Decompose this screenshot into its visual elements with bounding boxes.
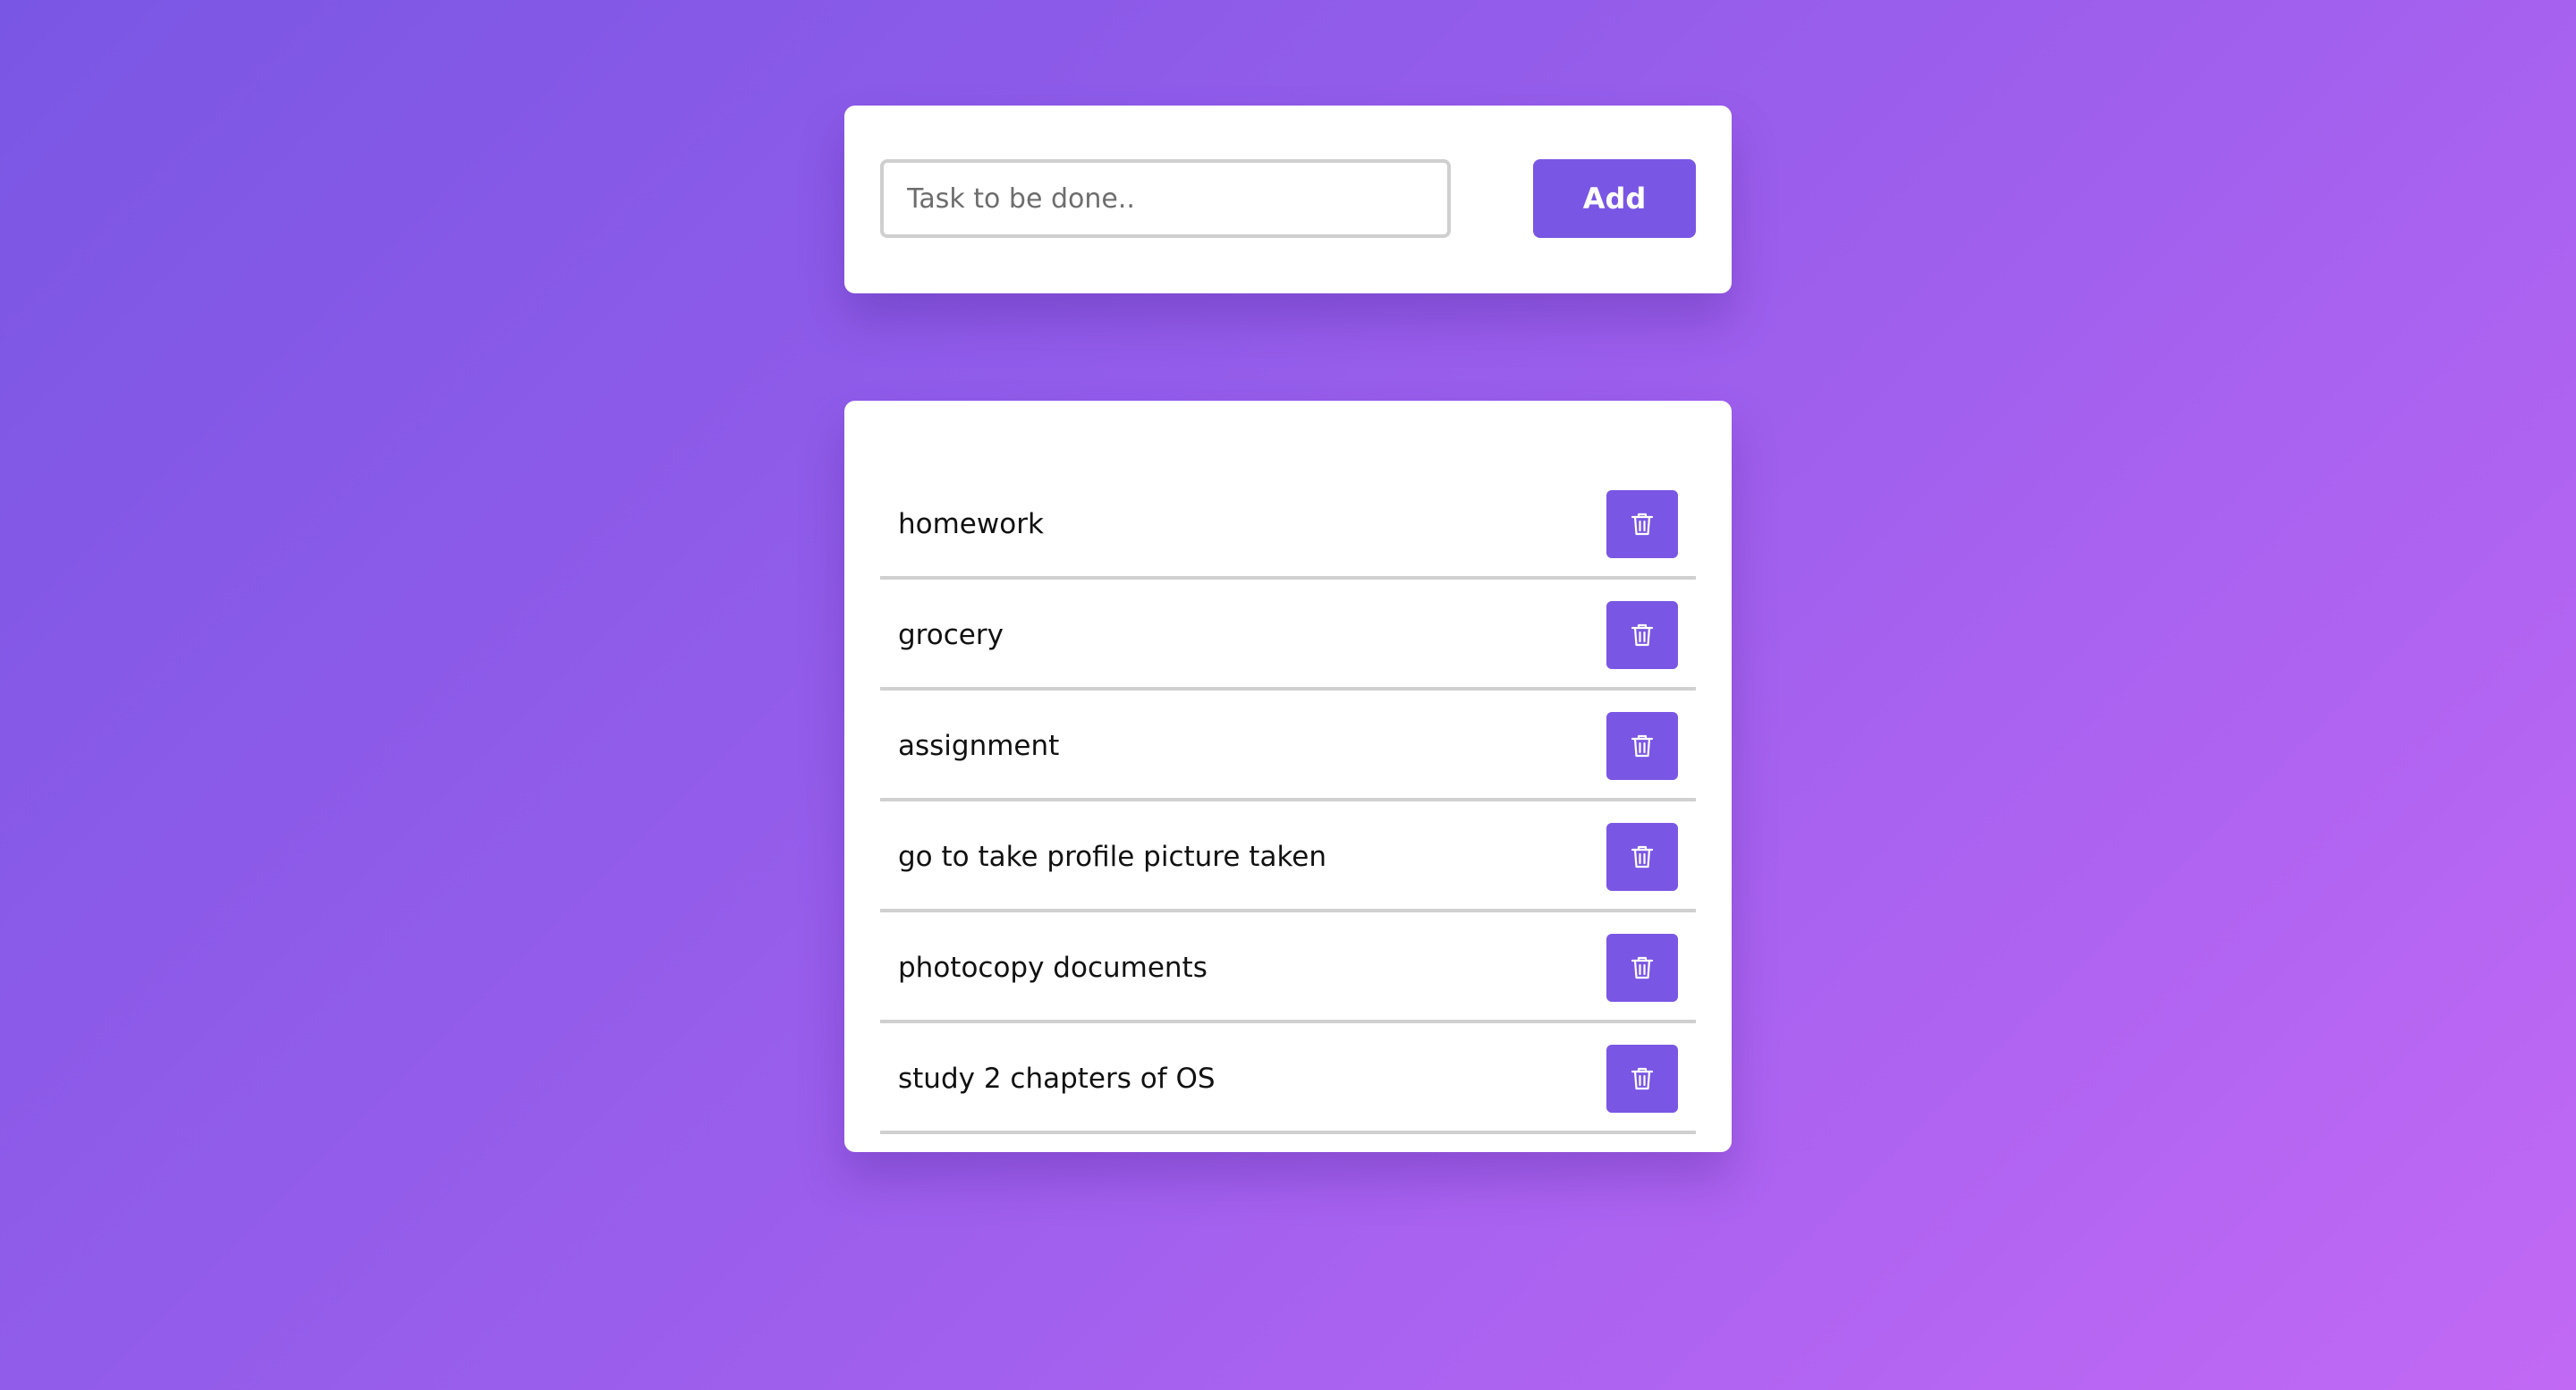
trash-icon [1631, 623, 1654, 647]
task-item: homework [880, 472, 1696, 580]
task-list-panel: homework grocery assignment go to take p… [844, 401, 1732, 1152]
task-item: grocery [880, 583, 1696, 691]
delete-task-button[interactable] [1606, 490, 1678, 558]
trash-icon [1631, 845, 1654, 869]
task-label: assignment [898, 730, 1060, 762]
trash-icon [1631, 734, 1654, 758]
add-button[interactable]: Add [1533, 159, 1696, 238]
task-item: photocopy documents [880, 916, 1696, 1023]
task-item: go to take profile picture taken [880, 805, 1696, 912]
task-label: photocopy documents [898, 952, 1208, 984]
delete-task-button[interactable] [1606, 712, 1678, 780]
task-label: go to take profile picture taken [898, 841, 1327, 873]
task-label: study 2 chapters of OS [898, 1063, 1216, 1095]
task-label: homework [898, 508, 1044, 540]
task-item: assignment [880, 694, 1696, 801]
task-label: grocery [898, 619, 1004, 651]
delete-task-button[interactable] [1606, 601, 1678, 669]
trash-icon [1631, 956, 1654, 979]
delete-task-button[interactable] [1606, 934, 1678, 1002]
task-list: homework grocery assignment go to take p… [880, 472, 1696, 1134]
task-item: study 2 chapters of OS [880, 1027, 1696, 1134]
delete-task-button[interactable] [1606, 823, 1678, 891]
new-task-panel: Add [844, 106, 1732, 293]
trash-icon [1631, 513, 1654, 536]
trash-icon [1631, 1067, 1654, 1090]
delete-task-button[interactable] [1606, 1045, 1678, 1113]
task-input[interactable] [880, 159, 1451, 238]
